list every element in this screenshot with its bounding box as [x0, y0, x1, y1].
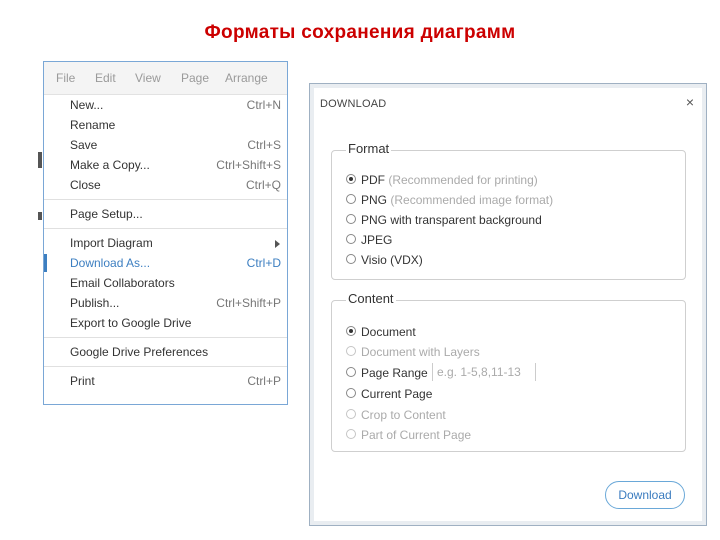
menu-item-page-setup[interactable]: Page Setup... — [44, 204, 287, 224]
menu-item-publish[interactable]: Publish... Ctrl+Shift+P — [44, 293, 287, 313]
menu-item-close[interactable]: Close Ctrl+Q — [44, 175, 287, 195]
radio-selected-icon[interactable] — [346, 326, 356, 336]
menu-item-import-diagram[interactable]: Import Diagram — [44, 233, 287, 253]
radio-selected-icon[interactable] — [346, 174, 356, 184]
content-option-page-range[interactable]: Page Range — [346, 363, 666, 382]
menu-item-label: Rename — [70, 118, 116, 132]
left-edge-mark — [38, 152, 42, 168]
menu-item-label: Google Drive Preferences — [70, 345, 209, 359]
download-button[interactable]: Download — [605, 481, 685, 509]
radio-icon[interactable] — [346, 194, 356, 204]
download-dialog-frame: DOWNLOAD × Format PDF (Recommended for p… — [309, 83, 707, 526]
menu-separator — [44, 228, 287, 229]
close-icon[interactable]: × — [686, 94, 694, 110]
radio-icon[interactable] — [346, 367, 356, 377]
menu-view[interactable]: View — [135, 71, 161, 85]
left-edge-mark — [38, 212, 42, 220]
option-label: PNG — [361, 193, 388, 207]
option-hint: (Recommended for printing) — [388, 173, 538, 187]
option-label: Document with Layers — [361, 345, 480, 359]
menu-item-label: Export to Google Drive — [70, 316, 192, 330]
menu-separator — [44, 337, 287, 338]
option-hint: (Recommended image format) — [390, 193, 554, 207]
format-group: Format PDF (Recommended for printing) PN… — [331, 141, 686, 280]
menu-item-shortcut: Ctrl+N — [246, 98, 281, 112]
menu-arrange[interactable]: Arrange — [225, 71, 268, 85]
radio-icon[interactable] — [346, 409, 356, 419]
menu-item-label: Save — [70, 138, 98, 152]
option-label: Part of Current Page — [361, 428, 472, 442]
menu-item-label: New... — [70, 98, 104, 112]
radio-icon[interactable] — [346, 254, 356, 264]
option-label: Current Page — [361, 387, 433, 401]
menu-item-save[interactable]: Save Ctrl+S — [44, 135, 287, 155]
menu-file[interactable]: File — [56, 71, 75, 85]
menu-item-label: Email Collaborators — [70, 276, 175, 290]
content-group: Content Document Document with Layers Pa… — [331, 291, 686, 452]
menu-item-label: Print — [70, 374, 95, 388]
menu-item-shortcut: Ctrl+Q — [245, 178, 281, 192]
menu-item-label: Publish... — [70, 296, 120, 310]
menu-page[interactable]: Page — [181, 71, 209, 85]
menu-item-email-collaborators[interactable]: Email Collaborators — [44, 273, 287, 293]
radio-icon[interactable] — [346, 234, 356, 244]
file-menu-list: New... Ctrl+N Rename Save Ctrl+S Make a … — [44, 95, 287, 391]
radio-icon[interactable] — [346, 429, 356, 439]
menu-item-new[interactable]: New... Ctrl+N — [44, 95, 287, 115]
menu-item-export-drive[interactable]: Export to Google Drive — [44, 313, 287, 333]
option-label: PDF — [361, 173, 385, 187]
option-label: Page Range — [361, 366, 428, 380]
menu-item-print[interactable]: Print Ctrl+P — [44, 371, 287, 391]
menu-item-download-as[interactable]: Download As... Ctrl+D — [44, 253, 287, 273]
format-heading: Format — [346, 141, 392, 156]
menu-item-shortcut: Ctrl+Shift+P — [216, 296, 281, 310]
option-label: Crop to Content — [361, 408, 446, 422]
menu-item-label: Close — [70, 178, 101, 192]
dialog-title: DOWNLOAD — [320, 98, 387, 110]
option-label: PNG with transparent background — [361, 213, 542, 227]
page-range-input[interactable] — [432, 363, 536, 381]
menubar: File Edit View Page Arrange — [44, 62, 287, 95]
menu-item-make-copy[interactable]: Make a Copy... Ctrl+Shift+S — [44, 155, 287, 175]
menu-item-shortcut: Ctrl+Shift+S — [216, 158, 281, 172]
file-menu-window: File Edit View Page Arrange New... Ctrl+… — [43, 61, 288, 405]
menu-item-shortcut: Ctrl+D — [246, 256, 281, 270]
submenu-arrow-icon — [275, 240, 280, 248]
option-label: Document — [361, 325, 416, 339]
menu-item-shortcut: Ctrl+P — [247, 374, 281, 388]
menu-separator — [44, 366, 287, 367]
content-heading: Content — [346, 291, 396, 306]
slide-title: Форматы сохранения диаграмм — [204, 22, 516, 43]
menu-separator — [44, 199, 287, 200]
radio-icon[interactable] — [346, 346, 356, 356]
option-label: Visio (VDX) — [361, 253, 423, 267]
radio-icon[interactable] — [346, 388, 356, 398]
menu-item-shortcut: Ctrl+S — [247, 138, 281, 152]
download-dialog: DOWNLOAD × Format PDF (Recommended for p… — [314, 88, 702, 521]
menu-edit[interactable]: Edit — [95, 71, 116, 85]
menu-item-label: Make a Copy... — [70, 158, 150, 172]
menu-item-label: Import Diagram — [70, 236, 153, 250]
radio-icon[interactable] — [346, 214, 356, 224]
menu-item-drive-preferences[interactable]: Google Drive Preferences — [44, 342, 287, 362]
menu-item-label: Page Setup... — [70, 207, 143, 221]
selection-indicator — [44, 254, 47, 272]
menu-item-label: Download As... — [70, 256, 151, 270]
option-label: JPEG — [361, 233, 393, 247]
menu-item-rename[interactable]: Rename — [44, 115, 287, 135]
